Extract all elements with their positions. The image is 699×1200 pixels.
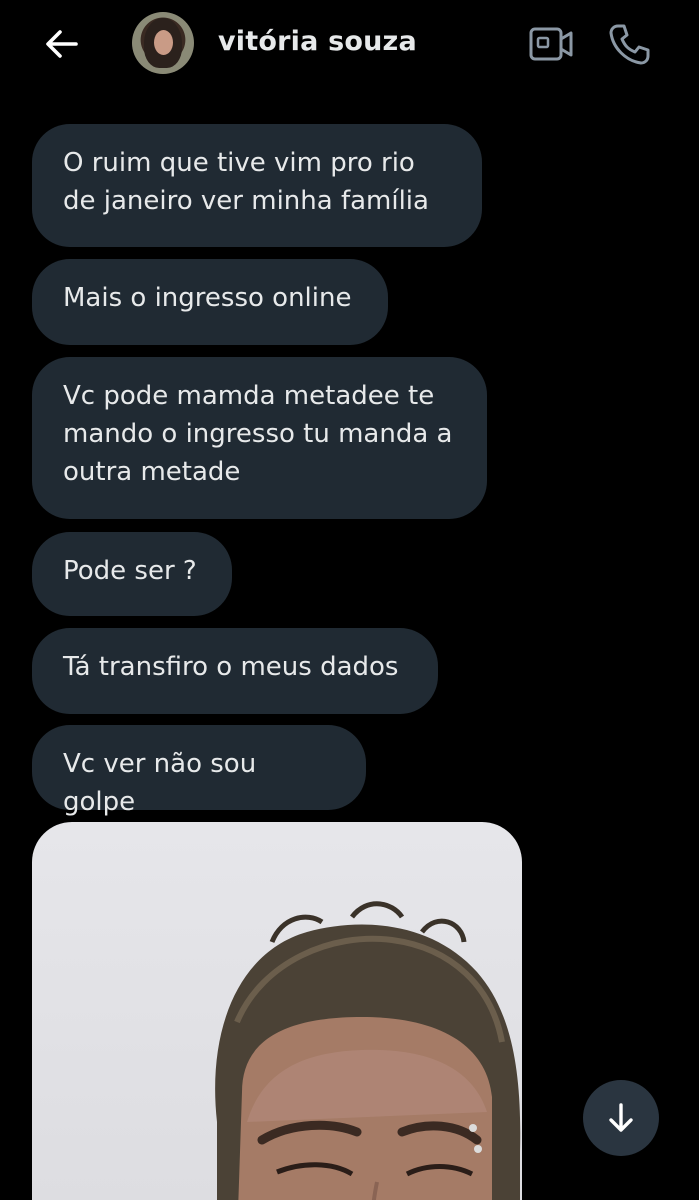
avatar-face xyxy=(154,30,173,55)
video-call-button[interactable] xyxy=(528,24,574,64)
message-bubble[interactable]: Vc ver não sou golpe xyxy=(32,725,366,817)
message-text: Vc ver não sou golpe xyxy=(63,749,257,817)
photo-message[interactable] xyxy=(32,822,522,1200)
message-bubble[interactable]: Tá transfiro o meus dados xyxy=(32,628,438,714)
arrow-down-icon xyxy=(609,1103,633,1132)
avatar[interactable] xyxy=(132,12,194,74)
dm-conversation-screen: vitória souza O ruim que tive vim pro ri… xyxy=(0,0,699,1200)
message-text: Mais o ingresso online xyxy=(63,283,352,313)
contact-name[interactable]: vitória souza xyxy=(218,26,417,57)
message-bubble[interactable]: Vc pode mamda metadee te mando o ingress… xyxy=(32,357,487,519)
message-bubble[interactable]: O ruim que tive vim pro rio de janeiro v… xyxy=(32,124,482,247)
message-text: Vc pode mamda metadee te mando o ingress… xyxy=(63,381,453,487)
message-bubble[interactable]: Pode ser ? xyxy=(32,532,232,616)
conversation-header: vitória souza xyxy=(0,0,699,92)
selfie-photo xyxy=(215,901,521,1200)
phone-icon xyxy=(609,24,650,65)
message-text: Tá transfiro o meus dados xyxy=(63,652,399,682)
back-arrow-icon xyxy=(46,30,78,58)
message-bubble[interactable]: Mais o ingresso online xyxy=(32,259,388,345)
back-button[interactable] xyxy=(40,22,84,66)
message-text: Pode ser ? xyxy=(63,556,197,586)
message-text: O ruim que tive vim pro rio de janeiro v… xyxy=(63,148,429,216)
video-camera-icon xyxy=(529,27,573,61)
scroll-to-bottom-button[interactable] xyxy=(583,1080,659,1156)
voice-call-button[interactable] xyxy=(606,21,652,67)
